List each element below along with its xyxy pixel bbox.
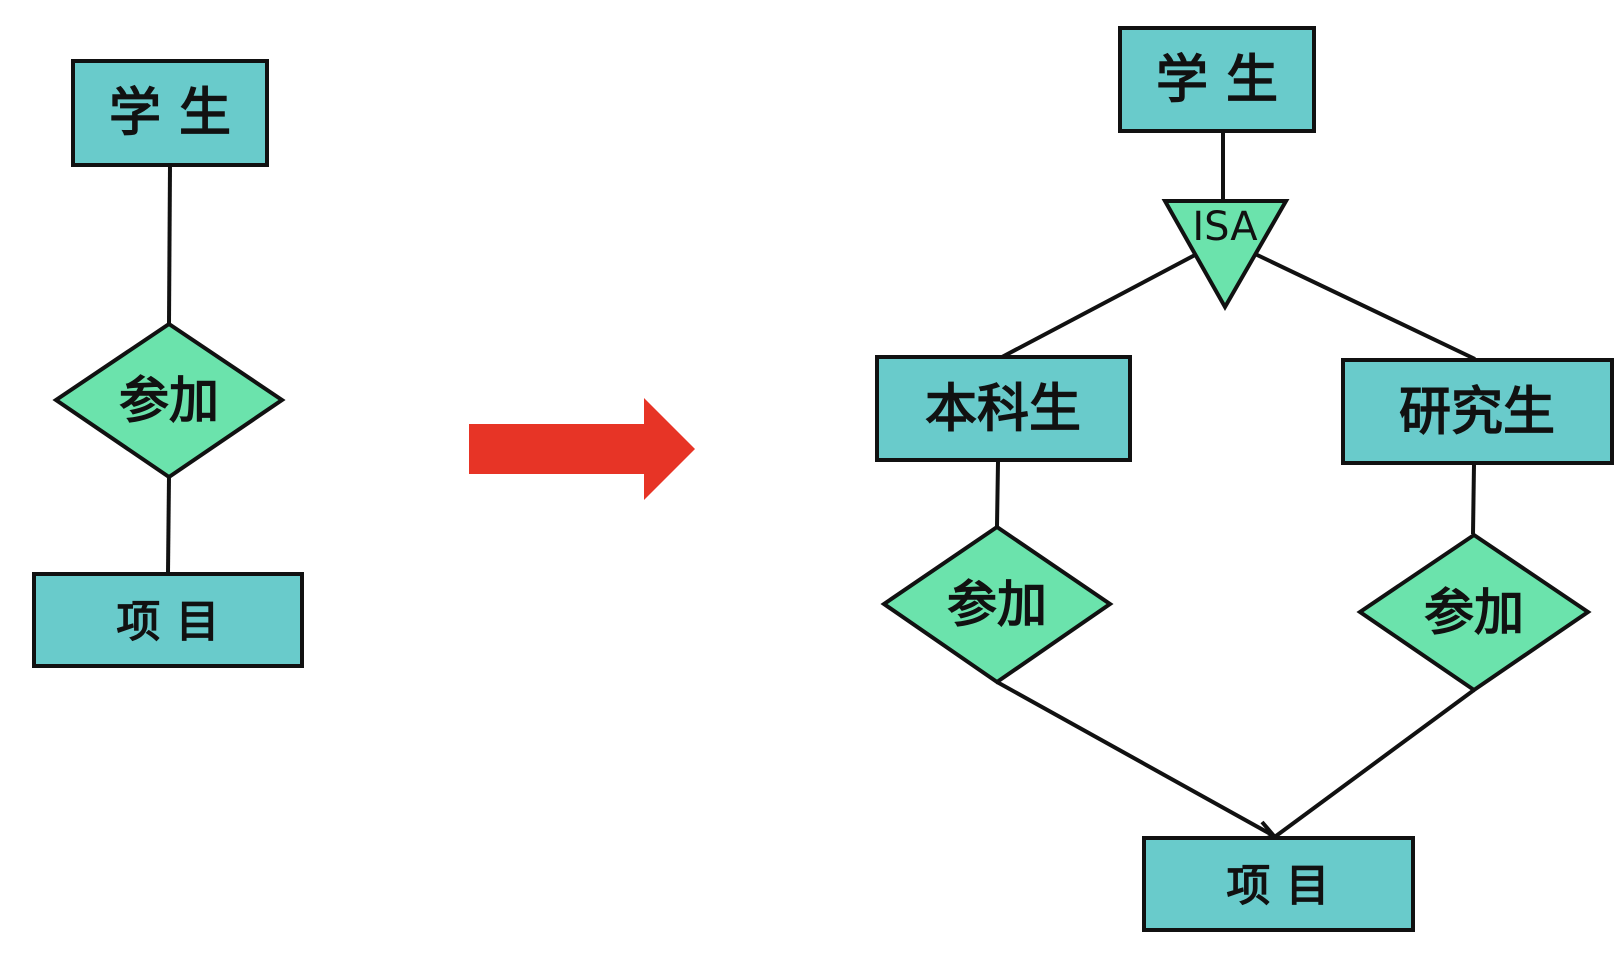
right-relationship-participate-undergraduate-label: 参加 [947,575,1047,634]
right-entity-student-label: 学 生 [1156,50,1278,111]
edge-undergraduate-participate [995,461,1000,527]
right-relationship-participate-graduate-label: 参加 [1424,583,1524,642]
isa-label: ISA [1192,204,1258,250]
right-relationship-participate-undergraduate[interactable]: 参加 [880,524,1114,685]
right-entity-graduate[interactable]: 研究生 [1341,358,1614,465]
edge-graduate-participate [1471,463,1476,535]
right-entity-student[interactable]: 学 生 [1118,26,1316,133]
right-relationship-participate-graduate[interactable]: 参加 [1356,532,1592,693]
left-entity-project[interactable]: 项 目 [32,572,304,668]
left-entity-student-label: 学 生 [109,83,231,144]
right-entity-undergraduate[interactable]: 本科生 [875,355,1132,462]
isa-triangle[interactable]: ISA [1161,199,1290,312]
right-entity-project-label: 项 目 [1226,861,1329,912]
er-diagram: 学 生 参加 项 目 学 生 ISA 本科生 研究生 参加 参加 项 目 [32,26,1614,932]
right-entity-undergraduate-label: 本科生 [925,379,1081,440]
left-relationship-participate[interactable]: 参加 [52,321,286,480]
edge-left-student-participate [167,164,172,325]
left-entity-project-label: 项 目 [116,597,219,648]
right-entity-project[interactable]: 项 目 [1142,836,1415,932]
right-arrow-icon [469,398,695,500]
edge-isa-undergraduate [1001,253,1196,359]
left-er-diagram: 学 生 参加 项 目 [32,59,304,668]
edge-grad-participate-project [1274,688,1476,838]
edge-isa-graduate [1252,251,1476,361]
left-entity-student[interactable]: 学 生 [71,59,269,167]
right-er-diagram: 学 生 ISA 本科生 研究生 参加 参加 项 目 [875,26,1614,932]
right-entity-graduate-label: 研究生 [1399,382,1555,443]
edge-left-participate-project [166,475,171,574]
left-relationship-participate-label: 参加 [119,371,219,430]
edge-undergrad-participate-project [996,680,1275,838]
